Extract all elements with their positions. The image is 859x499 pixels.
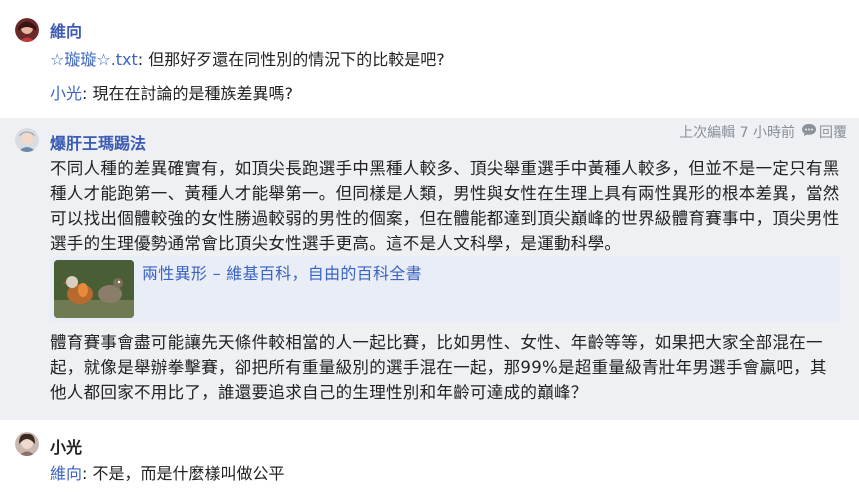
edited-timestamp: 上次編輯 7 小時前: [679, 125, 795, 141]
mention[interactable]: ☆璇璇☆.txt: [50, 50, 138, 69]
reply-label: 回覆: [819, 125, 847, 141]
message-text: 但那好歹還在同性別的情況下的比較是吧?: [148, 50, 445, 69]
message-paragraph: 體育賽事會盡可能讓先天條件較相當的人一起比賽，比如男性、女性、年齡等等，如果把大…: [50, 333, 827, 402]
author-name[interactable]: 爆肝王瑪踢法: [50, 130, 146, 154]
link-thumbnail: [54, 260, 134, 318]
message-line: 小光: 現在在討論的是種族差異嗎?: [50, 84, 294, 103]
avatar[interactable]: [15, 432, 39, 456]
avatar[interactable]: [15, 128, 39, 152]
message-line: 維向: 不是，而是什麼樣叫做公平: [50, 464, 285, 483]
mention[interactable]: 維向: [50, 464, 82, 483]
message-text: 不是，而是什麼樣叫做公平: [92, 464, 285, 483]
message-paragraph: 不同人種的差異確實有，如頂尖長跑選手中黑種人較多、頂尖舉重選手中黃種人較多，但並…: [50, 159, 840, 253]
link-title[interactable]: 兩性異形 – 維基百科，自由的百科全書: [142, 260, 422, 284]
author-name[interactable]: 維向: [50, 18, 82, 42]
message-line: ☆璇璇☆.txt: 但那好歹還在同性別的情況下的比較是吧?: [50, 50, 445, 69]
message-1: 維向 ☆璇璇☆.txt: 但那好歹還在同性別的情況下的比較是吧? 小光: 現在在…: [0, 0, 859, 118]
avatar[interactable]: [15, 18, 39, 42]
message-meta: 上次編輯 7 小時前 回覆: [679, 122, 847, 142]
link-preview-card[interactable]: 兩性異形 – 維基百科，自由的百科全書: [50, 256, 840, 322]
author-name[interactable]: 小光: [50, 434, 82, 458]
reply-icon: [801, 123, 817, 141]
mention[interactable]: 小光: [50, 84, 82, 103]
message-text: 現在在討論的是種族差異嗎?: [92, 84, 294, 103]
reply-button[interactable]: 回覆: [801, 122, 847, 142]
